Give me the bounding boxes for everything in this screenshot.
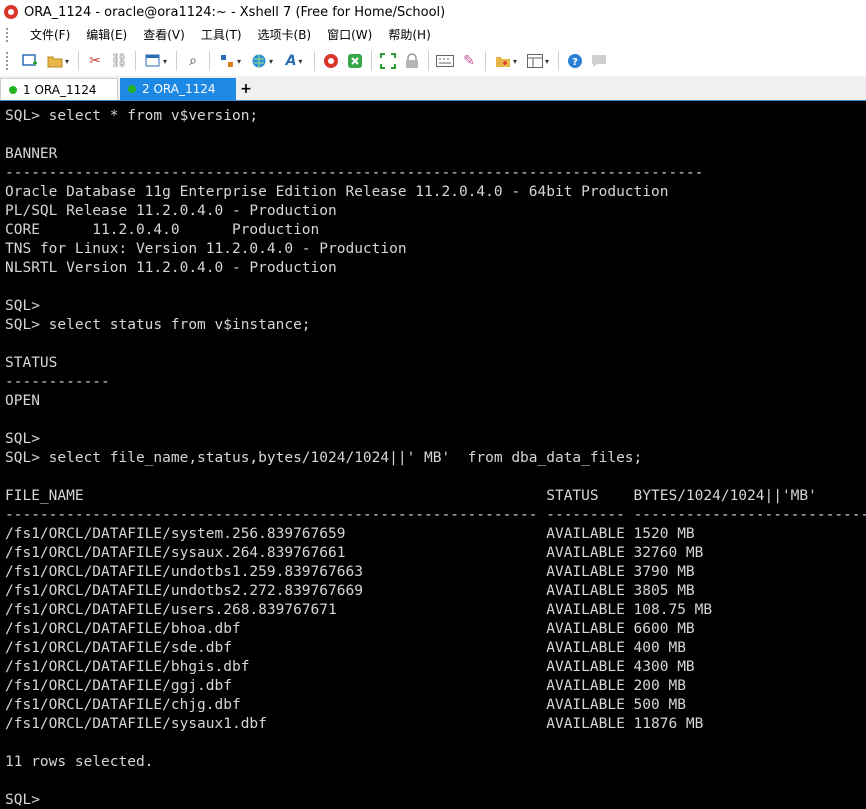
toolbar-separator xyxy=(78,51,79,71)
menu-window[interactable]: 窗口(W) xyxy=(319,24,380,46)
terminal-line: /fs1/ORCL/DATAFILE/users.268.839767671 A… xyxy=(5,602,713,618)
terminal-line: /fs1/ORCL/DATAFILE/bhgis.dbf AVAILABLE 4… xyxy=(5,659,695,675)
add-tab-button[interactable]: + xyxy=(238,80,254,98)
xshell-logo-icon[interactable] xyxy=(4,5,18,19)
disconnect-icon[interactable]: ⛓ xyxy=(108,50,130,72)
terminal-line: PL/SQL Release 11.2.0.4.0 - Production xyxy=(5,203,337,219)
add-folder-icon[interactable]: ▾ xyxy=(491,50,521,72)
toolbar-separator xyxy=(558,51,559,71)
toolbar-separator xyxy=(135,51,136,71)
menu-help[interactable]: 帮助(H) xyxy=(380,24,438,46)
terminal-line: STATUS xyxy=(5,355,58,371)
terminal-line: FILE_NAME STATUS BYTES/1024/1024||'MB' xyxy=(5,488,817,504)
chat-icon[interactable] xyxy=(588,50,610,72)
globe-icon[interactable]: ▾ xyxy=(247,50,277,72)
tab-label: 1 ORA_1124 xyxy=(23,82,97,97)
toolbar-separator xyxy=(428,51,429,71)
session-properties-icon[interactable]: ▾ xyxy=(141,50,171,72)
terminal-line: /fs1/ORCL/DATAFILE/ggj.dbf AVAILABLE 200… xyxy=(5,678,686,694)
connected-status-icon xyxy=(128,85,136,93)
title-bar: ORA_1124 - oracle@ora1124:~ - Xshell 7 (… xyxy=(0,0,866,24)
terminal-line: NLSRTL Version 11.2.0.4.0 - Production xyxy=(5,260,337,276)
xshell-icon[interactable] xyxy=(320,50,342,72)
connect-icon[interactable]: ✂ xyxy=(84,50,106,72)
terminal-line: SQL> select file_name,status,bytes/1024/… xyxy=(5,450,643,466)
terminal-line: /fs1/ORCL/DATAFILE/bhoa.dbf AVAILABLE 66… xyxy=(5,621,695,637)
open-folder-icon[interactable]: ▾ xyxy=(43,50,73,72)
terminal-output: SQL> select * from v$version; BANNER ---… xyxy=(0,101,866,809)
font-icon[interactable]: A ▾ xyxy=(279,50,309,72)
terminal-line: /fs1/ORCL/DATAFILE/undotbs1.259.83976766… xyxy=(5,564,695,580)
transfer-icon[interactable]: ▾ xyxy=(215,50,245,72)
terminal-line: SQL> xyxy=(5,431,40,447)
toolbar-separator xyxy=(485,51,486,71)
terminal-line: SQL> xyxy=(5,792,40,808)
terminal-line: ----------------------------------------… xyxy=(5,507,866,523)
svg-text:?: ? xyxy=(572,57,578,68)
session-tab-bar: 1 ORA_1124 2 ORA_1124 + xyxy=(0,76,866,101)
terminal-line: ----------------------------------------… xyxy=(5,165,704,181)
xftp-icon[interactable] xyxy=(344,50,366,72)
help-icon[interactable]: ? xyxy=(564,50,586,72)
toolbar-separator xyxy=(371,51,372,71)
menu-edit[interactable]: 编辑(E) xyxy=(78,24,135,46)
menu-tabs[interactable]: 选项卡(B) xyxy=(250,24,320,46)
terminal-line: OPEN xyxy=(5,393,40,409)
menu-view[interactable]: 查看(V) xyxy=(135,24,193,46)
toolbar-separator xyxy=(314,51,315,71)
terminal-line: /fs1/ORCL/DATAFILE/sde.dbf AVAILABLE 400… xyxy=(5,640,686,656)
terminal-line: /fs1/ORCL/DATAFILE/undotbs2.272.83976766… xyxy=(5,583,695,599)
tab-session-1[interactable]: 1 ORA_1124 xyxy=(0,78,118,100)
menu-bar: 文件(F) 编辑(E) 查看(V) 工具(T) 选项卡(B) 窗口(W) 帮助(… xyxy=(0,24,866,46)
menubar-grip[interactable] xyxy=(6,28,12,42)
terminal-line: SQL> select * from v$version; xyxy=(5,108,259,124)
toolbar-separator xyxy=(176,51,177,71)
terminal-line: SQL> select status from v$instance; xyxy=(5,317,311,333)
find-icon[interactable]: ⌕ xyxy=(182,50,204,72)
terminal-line: TNS for Linux: Version 11.2.0.4.0 - Prod… xyxy=(5,241,407,257)
toolbar: ▾ ✂ ⛓ ▾ ⌕ ▾ ▾ A ▾ ✎ ▾ ▾ ? xyxy=(0,46,866,76)
toolbar-separator xyxy=(209,51,210,71)
terminal-line: SQL> xyxy=(5,298,40,314)
highlight-pen-icon[interactable]: ✎ xyxy=(458,50,480,72)
new-session-icon[interactable] xyxy=(19,50,41,72)
toolbar-grip[interactable] xyxy=(6,52,12,70)
terminal-line: ------------ xyxy=(5,374,110,390)
terminal-pane[interactable]: SQL> select * from v$version; BANNER ---… xyxy=(0,101,866,809)
terminal-line: /fs1/ORCL/DATAFILE/system.256.839767659 … xyxy=(5,526,695,542)
keyboard-icon[interactable] xyxy=(434,50,456,72)
terminal-line: Oracle Database 11g Enterprise Edition R… xyxy=(5,184,669,200)
menu-file[interactable]: 文件(F) xyxy=(22,24,78,46)
window-title: ORA_1124 - oracle@ora1124:~ - Xshell 7 (… xyxy=(24,4,446,20)
terminal-line: /fs1/ORCL/DATAFILE/sysaux.264.839767661 … xyxy=(5,545,704,561)
layout-icon[interactable]: ▾ xyxy=(523,50,553,72)
terminal-line: CORE 11.2.0.4.0 Production xyxy=(5,222,320,238)
terminal-line: BANNER xyxy=(5,146,58,162)
fullscreen-icon[interactable] xyxy=(377,50,399,72)
terminal-line: /fs1/ORCL/DATAFILE/sysaux1.dbf AVAILABLE… xyxy=(5,716,704,732)
terminal-line: 11 rows selected. xyxy=(5,754,154,770)
tab-label: 2 ORA_1124 xyxy=(142,82,216,96)
tab-session-2[interactable]: 2 ORA_1124 xyxy=(120,78,236,100)
connected-status-icon xyxy=(9,85,17,94)
lock-icon[interactable] xyxy=(401,50,423,72)
terminal-line: /fs1/ORCL/DATAFILE/chjg.dbf AVAILABLE 50… xyxy=(5,697,686,713)
menu-tools[interactable]: 工具(T) xyxy=(193,24,250,46)
